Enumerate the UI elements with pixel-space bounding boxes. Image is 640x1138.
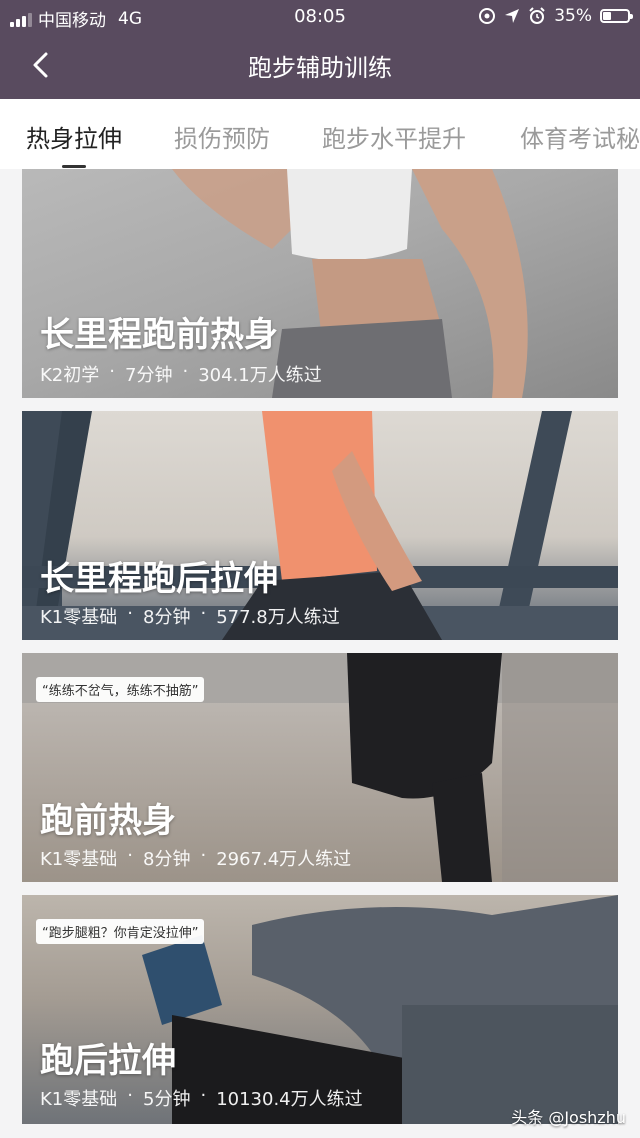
card-title: 跑后拉伸 (40, 1041, 176, 1081)
meta-separator: · (127, 845, 133, 866)
meta-separator: · (127, 1085, 133, 1106)
tab-active-indicator (62, 165, 86, 168)
course-card[interactable]: 长里程跑前热身 K2初学 · 7分钟 · 304.1万人练过 (22, 169, 618, 398)
card-meta: K1零基础 · 8分钟 · 577.8万人练过 (40, 603, 340, 629)
battery-percent: 35% (554, 6, 592, 26)
tab-injury-prevention[interactable]: 损伤预防 (174, 119, 270, 154)
meta-separator: · (109, 361, 115, 382)
card-meta: K1零基础 · 8分钟 · 2967.4万人练过 (40, 845, 351, 871)
card-meta: K2初学 · 7分钟 · 304.1万人练过 (40, 361, 322, 387)
card-meta: K1零基础 · 5分钟 · 10130.4万人练过 (40, 1085, 363, 1111)
tab-bar: 热身拉伸 损伤预防 跑步水平提升 体育考试秘 (0, 99, 640, 169)
watermark: 头条 @Joshzhu (511, 1108, 626, 1127)
meta-separator: · (200, 845, 207, 866)
arrow-icon (505, 9, 520, 23)
course-card[interactable]: “练练不岔气，练练不抽筋” 跑前热身 K1零基础 · 8分钟 · 2967.4万… (22, 653, 618, 882)
course-card[interactable]: “跑步腿粗？你肯定没拉伸” 跑后拉伸 K1零基础 · 5分钟 · 10130.4… (22, 895, 618, 1124)
status-right: 35% (478, 6, 633, 26)
card-trained-count: 2967.4万人练过 (216, 849, 352, 870)
meta-separator: · (200, 603, 207, 624)
card-level: K1零基础 (40, 849, 118, 870)
card-duration: 7分钟 (125, 365, 173, 386)
card-title: 长里程跑后拉伸 (40, 559, 278, 599)
meta-separator: · (200, 1085, 207, 1106)
card-quote: “练练不岔气，练练不抽筋” (36, 677, 205, 702)
card-level: K2初学 (40, 365, 100, 386)
card-duration: 8分钟 (143, 849, 191, 870)
tab-pe-exam[interactable]: 体育考试秘 (520, 119, 640, 154)
battery-fill (603, 12, 611, 20)
meta-separator: · (182, 361, 189, 382)
page-title: 跑步辅助训练 (248, 54, 392, 82)
top-bar: 中国移动 4G 08:05 35% 跑步辅助训练 (0, 0, 640, 99)
tab-running-improvement[interactable]: 跑步水平提升 (322, 119, 466, 154)
card-duration: 8分钟 (143, 607, 191, 628)
card-quote: “跑步腿粗？你肯定没拉伸” (36, 919, 205, 944)
card-trained-count: 577.8万人练过 (216, 607, 340, 628)
card-title: 长里程跑前热身 (40, 315, 278, 355)
card-duration: 5分钟 (143, 1089, 191, 1110)
meta-separator: · (127, 603, 133, 624)
location-icon (479, 8, 496, 24)
card-trained-count: 304.1万人练过 (198, 365, 322, 386)
tab-warmup-stretch[interactable]: 热身拉伸 (26, 119, 122, 154)
card-level: K1零基础 (40, 607, 118, 628)
alarm-icon (529, 7, 545, 24)
card-level: K1零基础 (40, 1089, 118, 1110)
status-bar: 中国移动 4G 08:05 35% (0, 0, 640, 34)
card-title: 跑前热身 (40, 801, 176, 841)
course-card[interactable]: 长里程跑后拉伸 K1零基础 · 8分钟 · 577.8万人练过 (22, 411, 618, 640)
card-trained-count: 10130.4万人练过 (216, 1089, 363, 1110)
battery-icon (600, 9, 633, 23)
